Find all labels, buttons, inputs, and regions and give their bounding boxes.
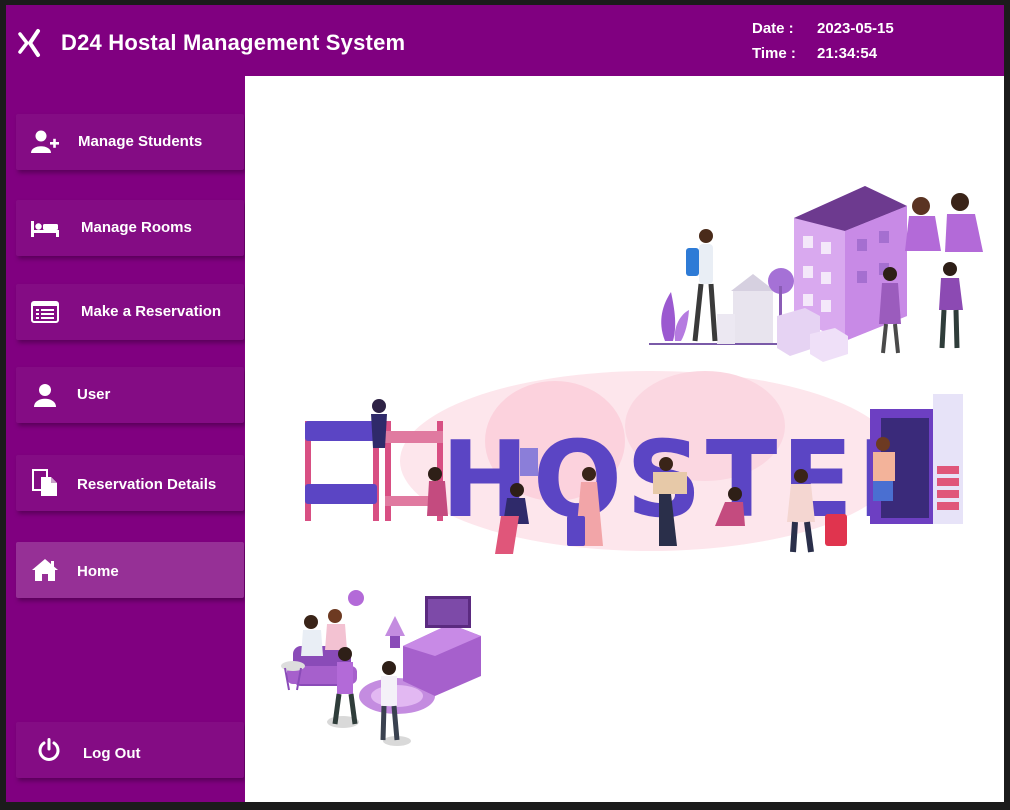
home-content: HOSTEL: [245, 76, 1004, 802]
sidebar-item-reservation-details[interactable]: Reservation Details: [16, 455, 244, 511]
sidebar-item-make-reservation[interactable]: Make a Reservation: [16, 284, 244, 340]
sidebar: Manage Students Manage Rooms Make a Rese…: [6, 76, 245, 802]
sidebar-item-label: Make a Reservation: [81, 303, 222, 320]
bed-icon: [30, 214, 60, 242]
app-title: D24 Hostal Management System: [61, 30, 406, 55]
list-window-icon: [30, 298, 60, 326]
hostel-illustration: HOSTEL: [281, 186, 983, 746]
add-user-icon: [30, 128, 60, 156]
home-icon: [30, 556, 60, 584]
power-icon: [34, 736, 64, 764]
time-label: Time :: [752, 45, 796, 62]
sidebar-item-label: Manage Rooms: [81, 219, 192, 236]
header-bar: D24 Hostal Management System Date : 2023…: [6, 5, 1004, 76]
sidebar-item-label: User: [77, 386, 111, 403]
app-logo-icon: [18, 29, 40, 57]
time-value: 21:34:54: [817, 45, 878, 62]
logout-label: Log Out: [83, 745, 141, 762]
user-icon: [30, 381, 60, 409]
date-label: Date :: [752, 20, 794, 37]
sidebar-item-label: Manage Students: [78, 133, 203, 150]
sidebar-item-user[interactable]: User: [16, 367, 244, 423]
documents-icon: [30, 469, 60, 497]
sidebar-item-label: Home: [77, 563, 119, 580]
date-value: 2023-05-15: [817, 20, 894, 37]
sidebar-item-label: Reservation Details: [77, 476, 217, 493]
hostel-banner-illustration: HOSTEL: [305, 371, 963, 554]
sidebar-item-manage-rooms[interactable]: Manage Rooms: [16, 200, 244, 256]
app-window: D24 Hostal Management System Date : 2023…: [6, 5, 1004, 802]
sidebar-item-manage-students[interactable]: Manage Students: [16, 114, 244, 170]
logout-button[interactable]: Log Out: [16, 722, 244, 778]
sidebar-item-home[interactable]: Home: [16, 542, 244, 598]
building-scene-illustration: [649, 186, 983, 362]
lounge-scene-illustration: [281, 590, 481, 746]
